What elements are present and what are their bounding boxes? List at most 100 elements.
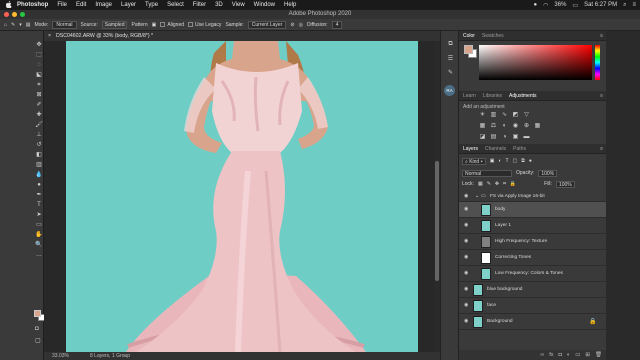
source-pattern-button[interactable]: Pattern — [131, 22, 147, 28]
visibility-eye-icon[interactable]: ◉ — [464, 287, 470, 292]
add-mask-icon[interactable]: ◘ — [559, 352, 562, 358]
aligned-option[interactable]: Aligned — [160, 22, 184, 28]
zoom-tool-icon[interactable]: 🔍 — [35, 241, 43, 249]
apple-icon[interactable] — [5, 0, 13, 10]
status-menu-chevron-icon[interactable]: › — [124, 352, 126, 360]
type-tool-icon[interactable]: T — [35, 201, 43, 209]
tab-learn[interactable]: Learn — [463, 93, 476, 99]
visibility-eye-icon[interactable]: ◉ — [464, 255, 470, 260]
link-layers-icon[interactable]: ∞ — [540, 352, 544, 358]
hue-slider[interactable] — [595, 45, 600, 80]
more-tools-icon[interactable]: … — [35, 251, 43, 259]
filter-shape-icon[interactable]: ▢ — [513, 158, 518, 164]
layer-row-background[interactable]: ◉ Background 🔒 — [459, 314, 606, 330]
layer-row-blue-background[interactable]: ◉ blue background — [459, 282, 606, 298]
right-panel-scrollbar[interactable] — [606, 31, 640, 360]
layer-row-correcting-tones[interactable]: ◉ Correcting Tones — [459, 250, 606, 266]
color-lookup-icon[interactable]: ▦ — [534, 123, 541, 130]
ignore-adjustment-icon[interactable]: ⊘ — [290, 22, 294, 28]
foreground-color-swatch[interactable] — [34, 310, 41, 317]
home-icon[interactable]: ⌂ — [4, 22, 7, 28]
tab-swatches[interactable]: Swatches — [482, 33, 504, 39]
path-selection-tool-icon[interactable]: ➤ — [35, 211, 43, 219]
battery-icon[interactable]: ▭ — [572, 2, 578, 9]
blend-mode-select[interactable]: Normal — [462, 169, 512, 177]
visibility-eye-icon[interactable]: ◉ — [464, 239, 470, 244]
layer-style-icon[interactable]: fx — [549, 352, 553, 358]
close-document-icon[interactable]: × — [48, 31, 51, 41]
scrollbar-thumb[interactable] — [435, 161, 439, 281]
menu-file[interactable]: File — [57, 2, 67, 8]
dodge-tool-icon[interactable]: ● — [35, 181, 43, 189]
opacity-value[interactable]: 100% — [538, 169, 558, 177]
lock-transparent-icon[interactable]: ▦ — [478, 181, 483, 187]
filter-type-icon[interactable]: T — [505, 158, 508, 164]
zoom-window-button[interactable] — [20, 12, 25, 17]
pressure-size-icon[interactable]: ◎ — [299, 22, 303, 28]
kind-filter-select[interactable]: ⌕ Kind ▾ — [462, 157, 486, 165]
healing-brush-tool-icon[interactable]: ✚ — [35, 111, 43, 119]
lock-image-icon[interactable]: ✎ — [487, 181, 491, 187]
tab-libraries[interactable]: Libraries — [483, 93, 502, 99]
visibility-eye-icon[interactable]: ◉ — [464, 271, 470, 276]
lock-artboard-icon[interactable]: ⌗ — [503, 181, 506, 187]
menu-type[interactable]: Type — [145, 2, 158, 8]
healing-brush-tool-icon[interactable]: ✎ — [11, 22, 15, 28]
close-window-button[interactable] — [4, 12, 9, 17]
frame-tool-icon[interactable]: ⊠ — [35, 91, 43, 99]
screen-mode-icon[interactable]: ▢ — [35, 337, 41, 344]
layer-row-face[interactable]: ◉ face — [459, 298, 606, 314]
menu-photoshop[interactable]: Photoshop — [17, 2, 48, 8]
blur-tool-icon[interactable]: 💧 — [35, 171, 43, 179]
brush-panel-icon[interactable]: ✎ — [446, 69, 455, 77]
menu-filter[interactable]: Filter — [193, 2, 206, 8]
mode-select[interactable]: Normal — [52, 20, 77, 29]
document-tab[interactable]: × DSC04602.ARW @ 33% (body, RGB/8*) * — [44, 31, 440, 41]
channel-mixer-icon[interactable]: ⊕ — [523, 123, 530, 130]
eyedropper-tool-icon[interactable]: ✐ — [35, 101, 43, 109]
delete-layer-icon[interactable]: 🗑 — [595, 352, 602, 358]
crop-tool-icon[interactable]: ⌗ — [35, 81, 43, 89]
layer-row-layer-1[interactable]: ◉ Layer 1 — [459, 218, 606, 234]
record-icon[interactable]: ● — [534, 2, 538, 8]
hand-tool-icon[interactable]: ✋ — [35, 231, 43, 239]
filter-toggle-icon[interactable]: ● — [529, 158, 532, 164]
menu-layer[interactable]: Layer — [121, 2, 136, 8]
threshold-icon[interactable]: ◑ — [501, 134, 508, 141]
tab-color[interactable]: Color — [463, 33, 475, 39]
use-legacy-option[interactable]: Use Legacy — [188, 22, 221, 28]
lock-all-icon[interactable]: 🔒 — [510, 181, 516, 187]
brush-settings-icon[interactable]: ▤ — [26, 22, 31, 28]
move-tool-icon[interactable]: ✥ — [35, 41, 43, 49]
menu-3d[interactable]: 3D — [215, 2, 223, 8]
eraser-tool-icon[interactable]: ◧ — [35, 151, 43, 159]
use-legacy-checkbox[interactable] — [188, 21, 194, 27]
tab-channels[interactable]: Channels — [485, 146, 506, 152]
clock[interactable]: Sat 6:27 PM — [584, 2, 617, 8]
minimize-window-button[interactable] — [12, 12, 17, 17]
brush-tool-icon[interactable]: 🖌 — [35, 121, 43, 129]
adjust-panel-menu-icon[interactable]: ≡ — [600, 93, 603, 99]
levels-icon[interactable]: ▥ — [490, 112, 497, 119]
visibility-eye-icon[interactable]: ◉ — [464, 207, 470, 212]
document-image[interactable] — [66, 41, 418, 352]
tab-paths[interactable]: Paths — [513, 146, 526, 152]
group-expand-chevron-icon[interactable]: ⌄ — [475, 192, 479, 201]
lock-position-icon[interactable]: ✥ — [495, 181, 499, 187]
source-sampled-button[interactable]: Sampled — [101, 20, 128, 29]
quick-mask-icon[interactable]: ◘ — [35, 326, 39, 332]
visibility-eye-icon[interactable]: ◉ — [464, 194, 470, 199]
marquee-tool-icon[interactable]: ⬚ — [35, 51, 43, 59]
layer-row-low-frequency[interactable]: ◉ Low Frequency: Colors & Tones — [459, 266, 606, 282]
gradient-tool-icon[interactable]: ▥ — [35, 161, 43, 169]
color-balance-icon[interactable]: ⚖ — [490, 123, 497, 130]
photo-filter-icon[interactable]: ◉ — [512, 123, 519, 130]
curves-icon[interactable]: ∿ — [501, 112, 508, 119]
control-center-icon[interactable]: ≡ — [632, 2, 636, 8]
exposure-icon[interactable]: ◩ — [512, 112, 519, 119]
clone-stamp-tool-icon[interactable]: ⊥ — [35, 131, 43, 139]
menu-select[interactable]: Select — [167, 2, 184, 8]
fill-value[interactable]: 100% — [555, 180, 575, 188]
menu-window[interactable]: Window — [254, 2, 275, 8]
properties-panel-icon[interactable]: ☰ — [446, 55, 455, 63]
